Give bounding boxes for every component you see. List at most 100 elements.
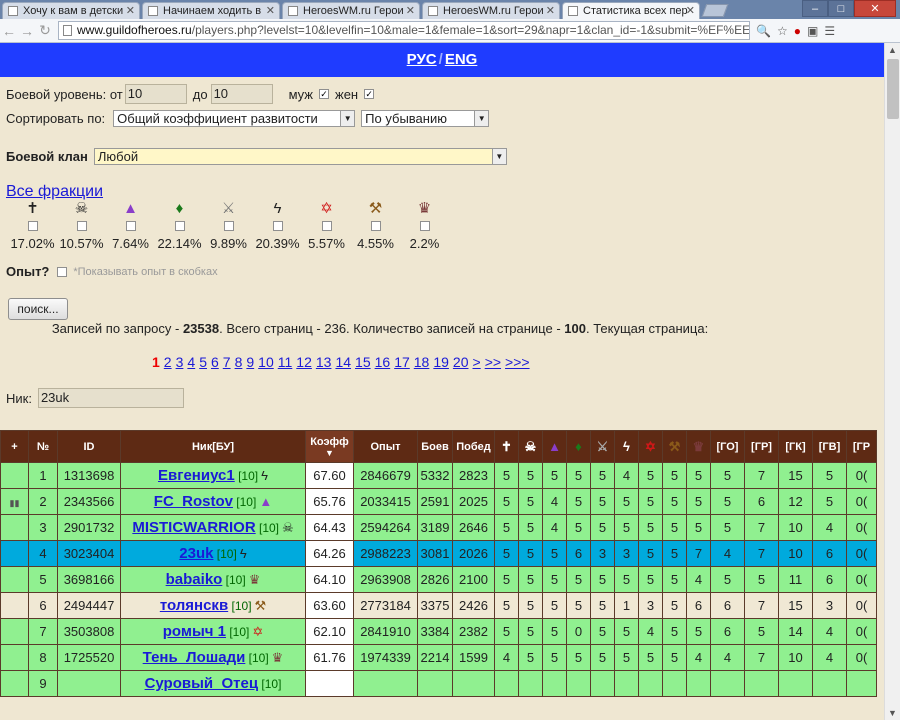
player-nick-link[interactable]: FC_Rostov (154, 493, 233, 510)
header-skull-icon[interactable]: ☠ (518, 430, 543, 463)
search-icon[interactable]: 🔍 (756, 24, 771, 38)
page-link[interactable]: 10 (258, 354, 274, 370)
clan-select[interactable]: Любой ▼ (93, 148, 507, 165)
page-link[interactable]: 8 (235, 354, 243, 370)
page-link[interactable]: 6 (211, 354, 219, 370)
browser-tab-active[interactable]: Статистика всех пер ✕ (562, 2, 700, 19)
menu-icon[interactable]: ☰ (824, 24, 835, 38)
fraction-checkbox[interactable] (27, 221, 38, 231)
header-cell[interactable]: + (0, 430, 29, 463)
header-cell[interactable]: Опыт (353, 430, 418, 463)
page-link[interactable]: 18 (414, 354, 430, 370)
page-link[interactable]: 20 (453, 354, 469, 370)
player-nick-link[interactable]: 23uk (179, 545, 213, 562)
level-from-input[interactable]: 10 (124, 84, 187, 104)
next-pages-link[interactable]: >> (485, 354, 501, 370)
new-tab-button[interactable] (701, 4, 729, 17)
header-cell[interactable]: Ник[БУ] (120, 430, 306, 463)
page-link[interactable]: 2 (164, 354, 172, 370)
header-cell[interactable]: [ГК] (778, 430, 813, 463)
row-plus-cell[interactable] (0, 644, 29, 671)
header-pentagram-icon[interactable]: ✡ (638, 430, 663, 463)
header-cell[interactable]: [ГВ] (812, 430, 847, 463)
row-plus-cell[interactable] (0, 592, 29, 619)
fraction-checkbox[interactable] (76, 221, 87, 231)
page-link[interactable]: 5 (199, 354, 207, 370)
row-plus-cell[interactable] (0, 462, 29, 489)
page-link[interactable]: 11 (278, 354, 293, 370)
last-page-link[interactable]: >>> (505, 354, 530, 370)
header-cell[interactable]: Побед (452, 430, 495, 463)
header-leaf-icon[interactable]: ♦ (566, 430, 591, 463)
exp-checkbox[interactable] (57, 266, 68, 277)
sort-select[interactable]: Общий коэффициент развитости ▼ (113, 110, 356, 127)
lang-eng-link[interactable]: ENG (445, 51, 478, 68)
page-link[interactable]: 14 (335, 354, 351, 370)
browser-tab[interactable]: HeroesWM.ru Герои ✕ (422, 2, 560, 19)
header-hammer-icon[interactable]: ⚒ (662, 430, 687, 463)
player-nick-link[interactable]: Суровый_Отец (145, 675, 258, 692)
header-wizard-hat-icon[interactable]: ▲ (542, 430, 567, 463)
header-cross-icon[interactable]: ✝ (494, 430, 519, 463)
header-dark-elf-icon[interactable]: ϟ (614, 430, 639, 463)
nick-input[interactable]: 23uk (37, 388, 184, 408)
browser-tab[interactable]: Начинаем ходить в ✕ (142, 2, 280, 19)
search-button[interactable]: поиск... (8, 298, 68, 320)
close-icon[interactable]: ✕ (266, 3, 275, 19)
lang-rus-link[interactable]: РУС (407, 51, 437, 68)
window-close-icon[interactable]: ✕ (854, 0, 896, 17)
page-link[interactable]: 17 (394, 354, 410, 370)
fraction-checkbox[interactable] (223, 221, 234, 231)
header-sword-icon[interactable]: ⚔ (590, 430, 615, 463)
close-icon[interactable]: ✕ (406, 3, 415, 19)
scroll-down-icon[interactable]: ▼ (888, 708, 897, 718)
forward-icon[interactable]: → (18, 23, 36, 39)
header-cell[interactable]: № (28, 430, 58, 463)
header-cell[interactable]: [ГО] (710, 430, 745, 463)
female-checkbox[interactable]: ✓ (364, 89, 375, 99)
fraction-checkbox[interactable] (272, 221, 283, 231)
player-nick-link[interactable]: Тень_Лошади (143, 649, 246, 666)
browser-tab[interactable]: Хочу к вам в детски ✕ (2, 2, 140, 19)
minimize-icon[interactable]: – (802, 0, 828, 17)
close-icon[interactable]: ✕ (126, 3, 135, 19)
level-to-input[interactable]: 10 (210, 84, 273, 104)
page-link[interactable]: 12 (296, 354, 312, 370)
page-link[interactable]: 15 (355, 354, 371, 370)
row-plus-cell[interactable] (0, 514, 29, 541)
all-fractions-link[interactable]: Все фракции (6, 183, 103, 201)
fraction-checkbox[interactable] (321, 221, 332, 231)
page-link[interactable]: 4 (187, 354, 195, 370)
page-link[interactable]: 9 (246, 354, 254, 370)
player-nick-link[interactable]: ромыч 1 (163, 623, 226, 640)
header-cell[interactable]: Коэфф ▼ (305, 430, 354, 463)
page-link[interactable]: 13 (316, 354, 332, 370)
page-link[interactable]: 3 (176, 354, 184, 370)
fraction-checkbox[interactable] (174, 221, 185, 231)
fraction-checkbox[interactable] (419, 221, 430, 231)
page-link[interactable]: 7 (223, 354, 231, 370)
row-plus-cell[interactable] (0, 670, 29, 697)
player-nick-link[interactable]: толянскв (160, 597, 228, 614)
close-icon[interactable]: ✕ (686, 3, 695, 19)
page-link[interactable]: 16 (375, 354, 391, 370)
url-field[interactable]: www.guildofheroes.ru/players.php?levelst… (58, 21, 750, 40)
row-plus-cell[interactable]: ▮▮ (0, 488, 29, 515)
reload-icon[interactable]: ↻ (36, 22, 54, 39)
star-icon[interactable]: ☆ (777, 24, 788, 38)
header-cell[interactable]: Боев (417, 430, 453, 463)
opera-icon[interactable]: ● (794, 24, 801, 38)
player-nick-link[interactable]: MISTICWARRIOR (132, 519, 255, 536)
row-plus-cell[interactable] (0, 540, 29, 567)
order-select[interactable]: По убыванию ▼ (361, 110, 490, 127)
browser-tab[interactable]: HeroesWM.ru Герои ✕ (282, 2, 420, 19)
header-barbarian-icon[interactable]: ♛ (686, 430, 711, 463)
back-icon[interactable]: ← (0, 23, 18, 39)
male-checkbox[interactable]: ✓ (319, 89, 329, 99)
maximize-icon[interactable]: □ (828, 0, 854, 17)
scroll-up-icon[interactable]: ▲ (888, 45, 897, 55)
scroll-thumb[interactable] (887, 59, 899, 119)
fraction-checkbox[interactable] (125, 221, 136, 231)
page-link[interactable]: 19 (433, 354, 449, 370)
fraction-checkbox[interactable] (370, 221, 381, 231)
